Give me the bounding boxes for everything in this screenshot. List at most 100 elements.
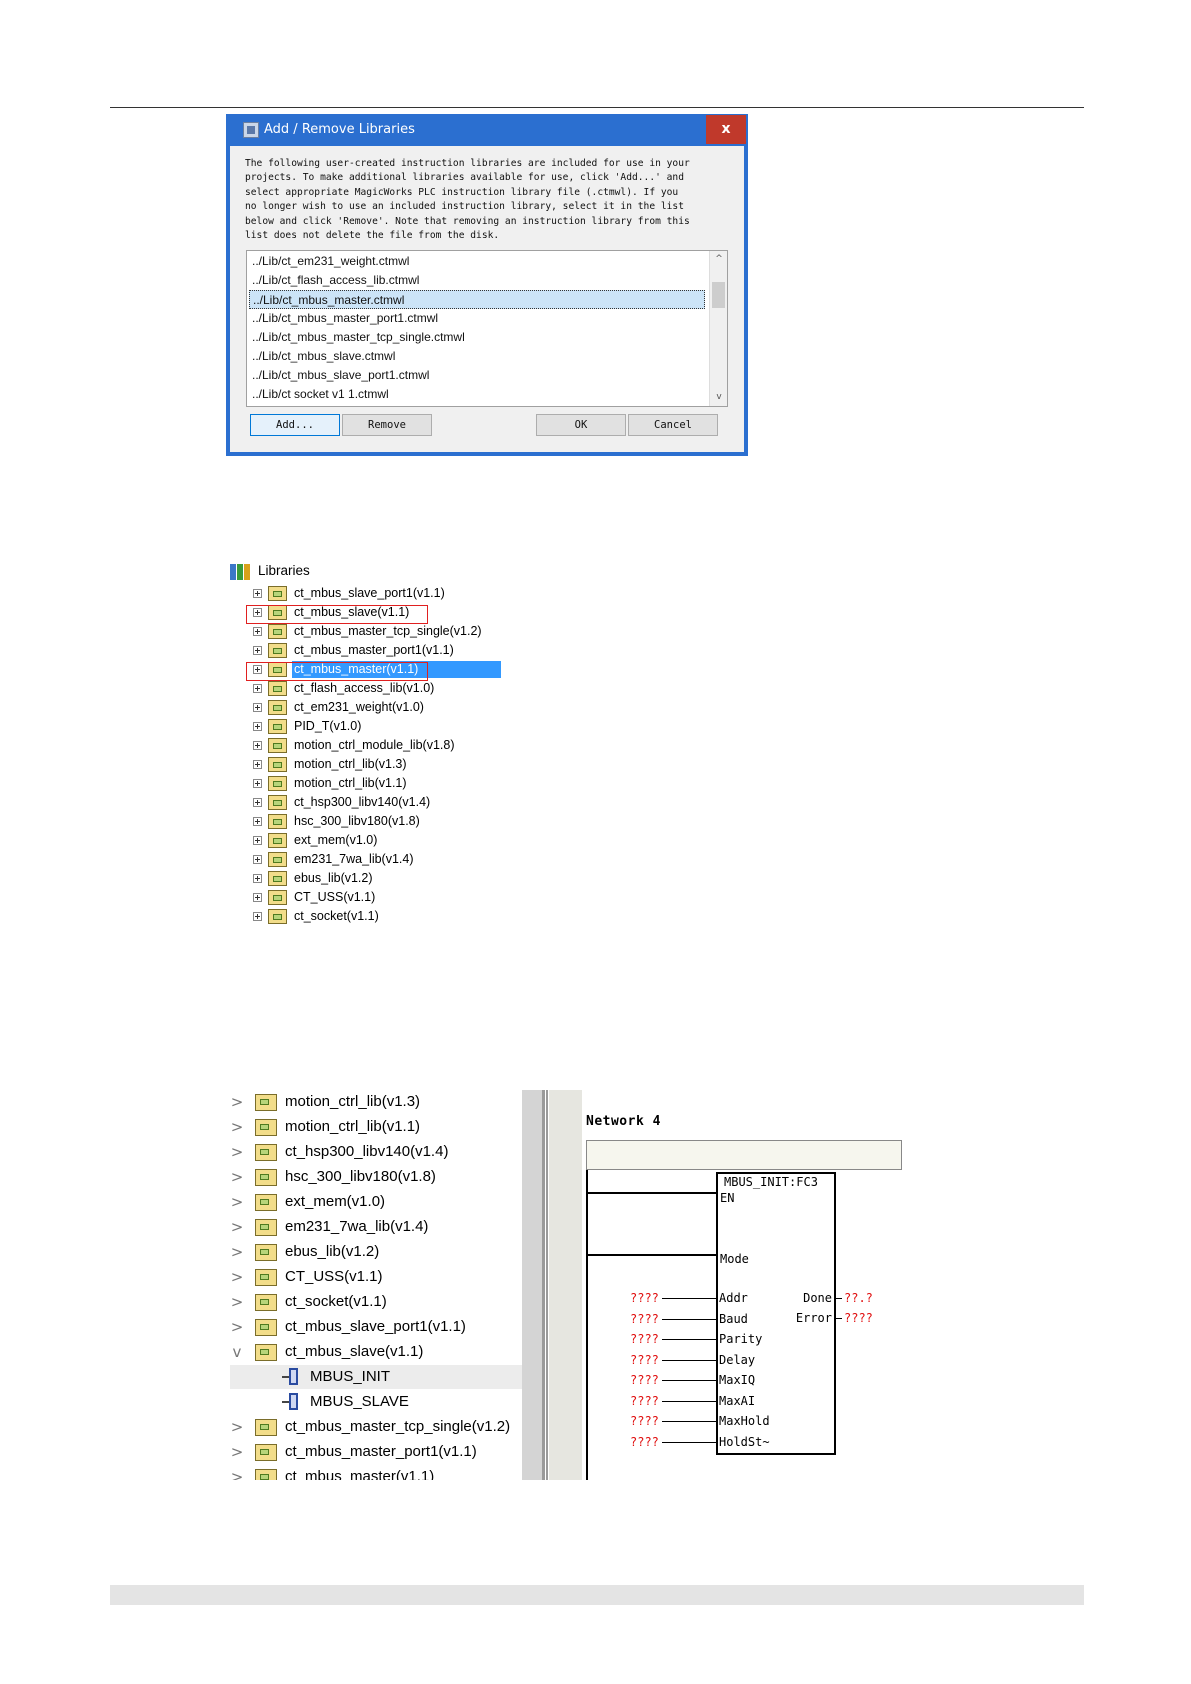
function-block-item[interactable]: MBUS_SLAVE <box>230 1390 522 1414</box>
expand-plus-icon[interactable] <box>253 779 262 788</box>
expand-plus-icon[interactable] <box>253 817 262 826</box>
chevron-down-icon[interactable]: v <box>230 1342 244 1362</box>
expand-plus-icon[interactable] <box>253 836 262 845</box>
library-file-item[interactable]: ../Lib/ct_mbus_master_tcp_single.ctmwl <box>249 328 705 347</box>
cancel-button[interactable]: Cancel <box>628 414 718 436</box>
library-tree-item[interactable]: > ct_mbus_slave_port1(v1.1) <box>230 1315 522 1339</box>
function-block-item[interactable]: MBUS_INIT <box>230 1365 522 1389</box>
chevron-right-icon[interactable]: > <box>230 1442 244 1462</box>
library-tree-item[interactable]: > ebus_lib(v1.2) <box>230 1240 522 1264</box>
library-tree-item[interactable]: ct_mbus_master_tcp_single(v1.2) <box>253 622 543 641</box>
expand-plus-icon[interactable] <box>253 798 262 807</box>
library-tree-item[interactable]: > ct_hsp300_libv140(v1.4) <box>230 1140 522 1164</box>
chevron-right-icon[interactable]: > <box>230 1117 244 1137</box>
input-operand-value[interactable]: ???? <box>630 1394 659 1408</box>
scroll-down-icon[interactable]: v <box>710 389 727 406</box>
expand-plus-icon[interactable] <box>253 893 262 902</box>
input-operand-value[interactable]: ???? <box>630 1291 659 1305</box>
chevron-right-icon[interactable]: > <box>230 1292 244 1312</box>
library-tree-item[interactable]: motion_ctrl_module_lib(v1.8) <box>253 736 543 755</box>
remove-button[interactable]: Remove <box>342 414 432 436</box>
library-file-item[interactable]: ../Lib/ct_em231_weight.ctmwl <box>249 252 705 271</box>
library-tree-item[interactable]: em231_7wa_lib(v1.4) <box>253 850 543 869</box>
library-file-item[interactable]: ../Lib/ct_flash_access_lib.ctmwl <box>249 271 705 290</box>
library-tree-item[interactable]: ct_mbus_master_port1(v1.1) <box>253 641 543 660</box>
library-file-item[interactable]: ../Lib/ct socket v1 1.ctmwl <box>249 385 705 404</box>
library-file-item[interactable]: ../Lib/ct_mbus_master_port1.ctmwl <box>249 309 705 328</box>
library-tree-item[interactable]: > ct_mbus_master_port1(v1.1) <box>230 1440 522 1464</box>
library-file-item-selected[interactable]: ../Lib/ct_mbus_master.ctmwl <box>249 290 705 309</box>
library-tree-item[interactable]: > hsc_300_libv180(v1.8) <box>230 1165 522 1189</box>
library-tree-item[interactable]: ct_em231_weight(v1.0) <box>253 698 543 717</box>
chevron-right-icon[interactable]: > <box>230 1192 244 1212</box>
input-operand-value[interactable]: ???? <box>630 1332 659 1346</box>
library-tree-item[interactable]: ct_flash_access_lib(v1.0) <box>253 679 543 698</box>
expand-plus-icon[interactable] <box>253 912 262 921</box>
library-tree-item[interactable]: > CT_USS(v1.1) <box>230 1265 522 1289</box>
library-tree-item[interactable]: CT_USS(v1.1) <box>253 888 543 907</box>
input-operand-value[interactable]: ???? <box>630 1353 659 1367</box>
scrollbar-thumb[interactable] <box>712 282 725 308</box>
scroll-up-icon[interactable]: ^ <box>710 251 727 268</box>
network-comment-field[interactable] <box>586 1140 902 1170</box>
library-tree-item[interactable]: > ct_mbus_master(v1.1) <box>230 1465 522 1480</box>
library-tree-item-label: ebus_lib(v1.2) <box>285 1243 380 1260</box>
input-operand-value[interactable]: ???? <box>630 1435 659 1449</box>
library-tree-item[interactable]: > motion_ctrl_lib(v1.3) <box>230 1090 522 1114</box>
output-operand-value[interactable]: ???? <box>844 1311 873 1325</box>
library-file-list[interactable]: ../Lib/ct_em231_weight.ctmwl ../Lib/ct_f… <box>246 250 728 407</box>
close-button[interactable]: x <box>706 115 746 144</box>
chevron-right-icon[interactable]: > <box>230 1267 244 1287</box>
library-tree-item[interactable]: motion_ctrl_lib(v1.1) <box>253 774 543 793</box>
highlight-box-mbus-master <box>246 662 428 681</box>
expand-plus-icon[interactable] <box>253 722 262 731</box>
library-tree-item[interactable]: > ct_mbus_master_tcp_single(v1.2) <box>230 1415 522 1439</box>
expand-plus-icon[interactable] <box>253 760 262 769</box>
add-button[interactable]: Add... <box>250 414 340 436</box>
library-tree-item-label: ext_mem(v1.0) <box>294 833 378 847</box>
input-pin-label: Parity <box>719 1332 763 1346</box>
library-tree-item[interactable]: ct_socket(v1.1) <box>253 907 543 926</box>
expand-plus-icon[interactable] <box>253 703 262 712</box>
library-tree-item[interactable]: ct_hsp300_libv140(v1.4) <box>253 793 543 812</box>
library-tree-item[interactable]: ext_mem(v1.0) <box>253 831 543 850</box>
expand-plus-icon[interactable] <box>253 741 262 750</box>
input-operand-value[interactable]: ???? <box>630 1414 659 1428</box>
library-tree-item[interactable]: > motion_ctrl_lib(v1.1) <box>230 1115 522 1139</box>
chevron-right-icon[interactable]: > <box>230 1417 244 1437</box>
input-operand-value[interactable]: ???? <box>630 1373 659 1387</box>
expand-plus-icon[interactable] <box>253 874 262 883</box>
library-tree-item[interactable]: ct_mbus_slave_port1(v1.1) <box>253 584 543 603</box>
library-tree-item[interactable]: > ext_mem(v1.0) <box>230 1190 522 1214</box>
input-pin-tick <box>662 1441 716 1443</box>
library-tree-item[interactable]: v ct_mbus_slave(v1.1) <box>230 1340 522 1364</box>
chevron-right-icon[interactable]: > <box>230 1242 244 1262</box>
expand-plus-icon[interactable] <box>253 684 262 693</box>
library-tree-item[interactable]: hsc_300_libv180(v1.8) <box>253 812 543 831</box>
chevron-right-icon[interactable]: > <box>230 1317 244 1337</box>
expand-plus-icon[interactable] <box>253 589 262 598</box>
library-tree-item[interactable]: PID_T(v1.0) <box>253 717 543 736</box>
output-operand-value[interactable]: ??.? <box>844 1291 873 1305</box>
library-tree-item[interactable]: > ct_socket(v1.1) <box>230 1290 522 1314</box>
expand-plus-icon[interactable] <box>253 855 262 864</box>
chevron-right-icon[interactable]: > <box>230 1092 244 1112</box>
library-tree-item[interactable]: motion_ctrl_lib(v1.3) <box>253 755 543 774</box>
chevron-right-icon[interactable]: > <box>230 1142 244 1162</box>
chevron-right-icon[interactable]: > <box>230 1217 244 1237</box>
mode-wire <box>587 1254 716 1256</box>
library-file-item[interactable]: ../Lib/ct_mbus_slave.ctmwl <box>249 347 705 366</box>
library-tree-item[interactable]: ebus_lib(v1.2) <box>253 869 543 888</box>
input-operand-value[interactable]: ???? <box>630 1312 659 1326</box>
library-folder-icon <box>255 1444 277 1461</box>
pane-splitter[interactable] <box>522 1090 582 1480</box>
dialog-title-bar[interactable]: Add / Remove Libraries <box>226 114 748 146</box>
library-tree-item[interactable]: > em231_7wa_lib(v1.4) <box>230 1215 522 1239</box>
chevron-right-icon[interactable]: > <box>230 1467 244 1480</box>
list-scrollbar[interactable]: ^ v <box>709 251 727 406</box>
library-file-item[interactable]: ../Lib/ct_mbus_slave_port1.ctmwl <box>249 366 705 385</box>
expand-plus-icon[interactable] <box>253 646 262 655</box>
ok-button[interactable]: OK <box>536 414 626 436</box>
chevron-right-icon[interactable]: > <box>230 1167 244 1187</box>
expand-plus-icon[interactable] <box>253 627 262 636</box>
